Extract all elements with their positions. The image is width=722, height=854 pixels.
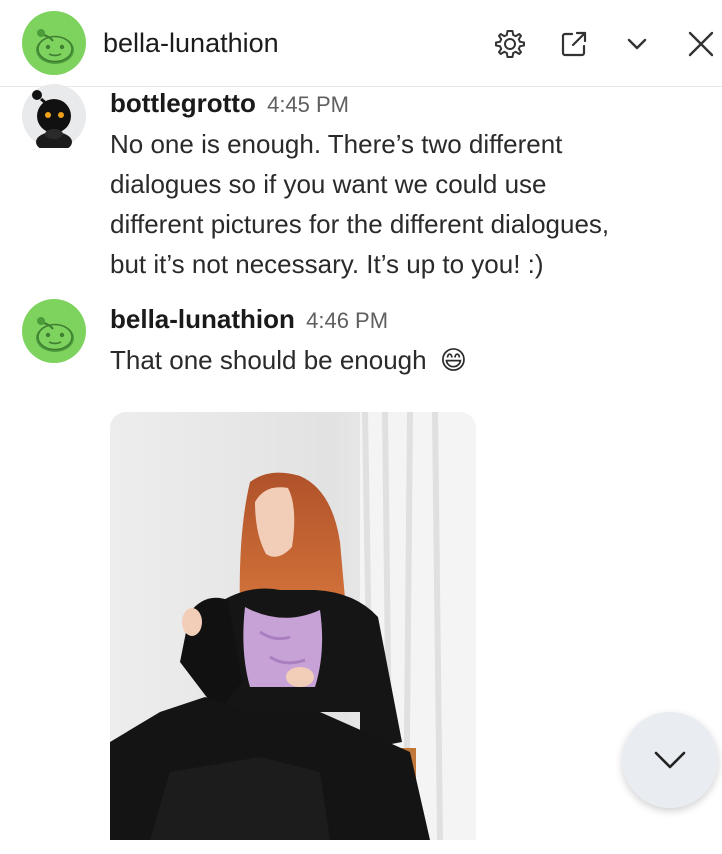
- message-line: different pictures for the different dia…: [110, 209, 610, 239]
- message-line-text: That one should be enough: [110, 345, 427, 375]
- message-timestamp: 4:46 PM: [306, 308, 389, 333]
- message-line: No one is enough. There’s two different: [110, 129, 563, 159]
- external-link-icon[interactable]: [557, 27, 591, 61]
- message-line: That one should be enough 😄: [110, 340, 700, 380]
- message-text: No one is enough. There’s two different …: [110, 124, 700, 284]
- message-line: dialogues so if you want we could use: [110, 169, 547, 199]
- chat-title: bella-lunathion: [103, 28, 279, 58]
- scroll-to-bottom-button[interactable]: [622, 712, 718, 808]
- grinning-face-emoji: 😄: [439, 345, 467, 375]
- message-image[interactable]: [110, 412, 476, 840]
- chevron-down-icon: [654, 751, 686, 769]
- chevron-down-icon[interactable]: [620, 27, 654, 61]
- message-username[interactable]: bottlegrotto: [110, 88, 256, 118]
- photo-illustration: [110, 412, 476, 840]
- bella-lunathion-avatar[interactable]: [22, 299, 86, 363]
- bottlegrotto-avatar[interactable]: [22, 84, 86, 148]
- message-header: bottlegrotto 4:45 PM: [110, 86, 349, 122]
- message-header: bella-lunathion 4:46 PM: [110, 302, 388, 338]
- message-line: but it’s not necessary. It’s up to you! …: [110, 249, 544, 279]
- user-avatar[interactable]: [22, 11, 86, 75]
- close-icon[interactable]: [684, 27, 718, 61]
- message-timestamp: 4:45 PM: [267, 92, 350, 117]
- chat-header: bella-lunathion: [0, 0, 722, 87]
- gear-icon[interactable]: [493, 27, 527, 61]
- message-text: That one should be enough 😄: [110, 340, 700, 380]
- message-username[interactable]: bella-lunathion: [110, 304, 295, 334]
